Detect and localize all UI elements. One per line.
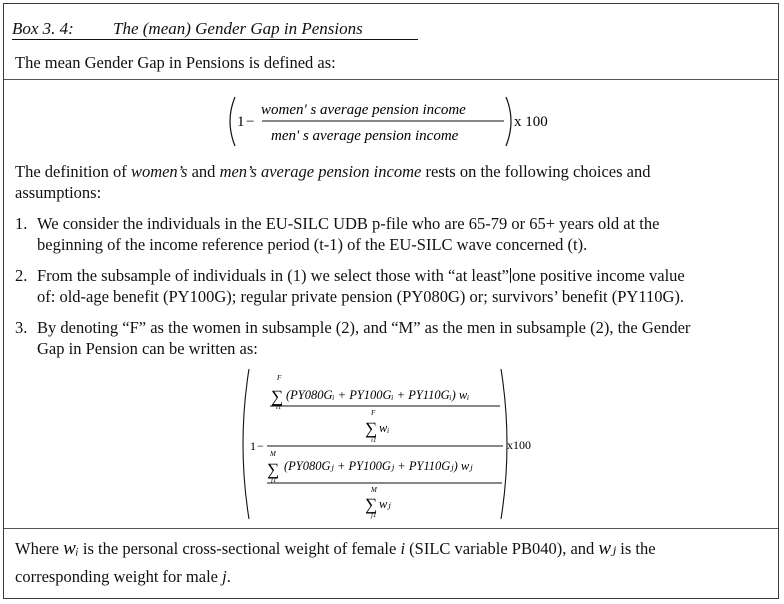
list-item-2-line-1: From the subsample of individuals in (1)… [37,265,685,286]
footer-text-a: Where [15,539,64,558]
title-underline [12,39,418,40]
divider-bottom [4,528,778,529]
definition-text-b: and [187,162,220,181]
footer-w-i: wᵢ [63,538,79,559]
list-item-2-line-2: of: old-age benefit (PY100G); regular pr… [37,287,685,306]
list-item-3-number: 3. [15,318,28,337]
formula-1-minus: − [246,114,254,130]
footer-text-f: . [226,567,231,586]
formula-2-w-i: wᵢ [379,421,389,435]
footer-line-2: corresponding weight for male j. [15,566,231,587]
formula-2-top-numerator: (PY080Gᵢ + PY100Gᵢ + PY110Gᵢ) wᵢ [286,388,469,402]
formula-2-sum-upper-f-2: F [370,409,376,417]
definition-text-c: rests on the following choices and [421,162,651,181]
intro-text: The mean Gender Gap in Pensions is defin… [15,53,336,72]
footer-text-c: (SILC variable PB040), and [405,539,599,558]
box-number: Box 3. 4: [12,19,74,38]
formula-2-sum-upper-m-1: M [269,450,277,458]
formula-1-numerator: women' s average pension income [261,102,466,118]
formula-2-times: x100 [507,438,531,452]
formula-2-bottom-numerator: (PY080Gⱼ + PY100Gⱼ + PY110Gⱼ) wⱼ [284,459,473,473]
formula-2-left-paren [242,368,250,520]
list-item-1-line-1: We consider the individuals in the EU-SI… [37,214,660,233]
formula-2-sum-lower-j-2: j1 [370,511,376,519]
formula-1-denominator: men' s average pension income [271,128,459,144]
list-item-2-text-b: one positive income value [511,266,685,285]
list-item-1-number: 1. [15,214,28,233]
box-title-text: The (mean) Gender Gap in Pensions [113,19,363,38]
formula-2-w-j: wⱼ [379,497,391,511]
list-item-2-number: 2. [15,266,28,285]
list-item-3-line-1: By denoting “F” as the women in subsampl… [37,318,691,337]
divider-top [4,79,778,80]
formula-2-sum-upper-m-2: M [370,486,378,494]
formula-1-one: 1 [237,114,245,130]
list-item-1-line-2: beginning of the income reference period… [37,235,588,254]
formula-1-right-paren [505,96,512,147]
footer-line-1: Where wᵢ is the personal cross-sectional… [15,538,656,559]
text-cursor [509,268,511,283]
definition-term-men: men’s average pension income [219,162,422,181]
formula-2-sum-lower-i-1: i1 [276,403,281,411]
formula-1-left-paren [229,96,236,147]
footer-w-j: wⱼ [598,538,617,559]
footer-text-b: is the personal cross-sectional weight o… [78,539,401,558]
formula-1-times: x 100 [514,114,548,130]
formula-2-sum-upper-f-1: F [276,374,282,382]
definition-term-women: women’s [130,162,188,181]
definition-text-a: The definition of [15,162,131,181]
list-item-3-line-2: Gap in Pension can be written as: [37,339,258,358]
formula-1: 1 − women' s average pension income men'… [229,96,548,147]
formula-2-sum-lower-i-2: i1 [371,436,376,444]
formula-2: 1 − F ∑ i1 (PY080Gᵢ + PY100Gᵢ + PY110Gᵢ)… [242,368,531,520]
definition-line-1: The definition of women’s and men’s aver… [15,161,650,182]
box-title: Box 3. 4: The (mean) Gender Gap in Pensio… [12,19,417,39]
footer-text-d: is the [616,539,656,558]
formula-2-one: 1 [250,439,256,453]
formula-2-minus: − [257,439,264,453]
footer-text-e: corresponding weight for male [15,567,223,586]
definition-line-2: assumptions: [15,183,102,202]
list-item-2-text-a: From the subsample of individuals in (1)… [37,266,509,285]
